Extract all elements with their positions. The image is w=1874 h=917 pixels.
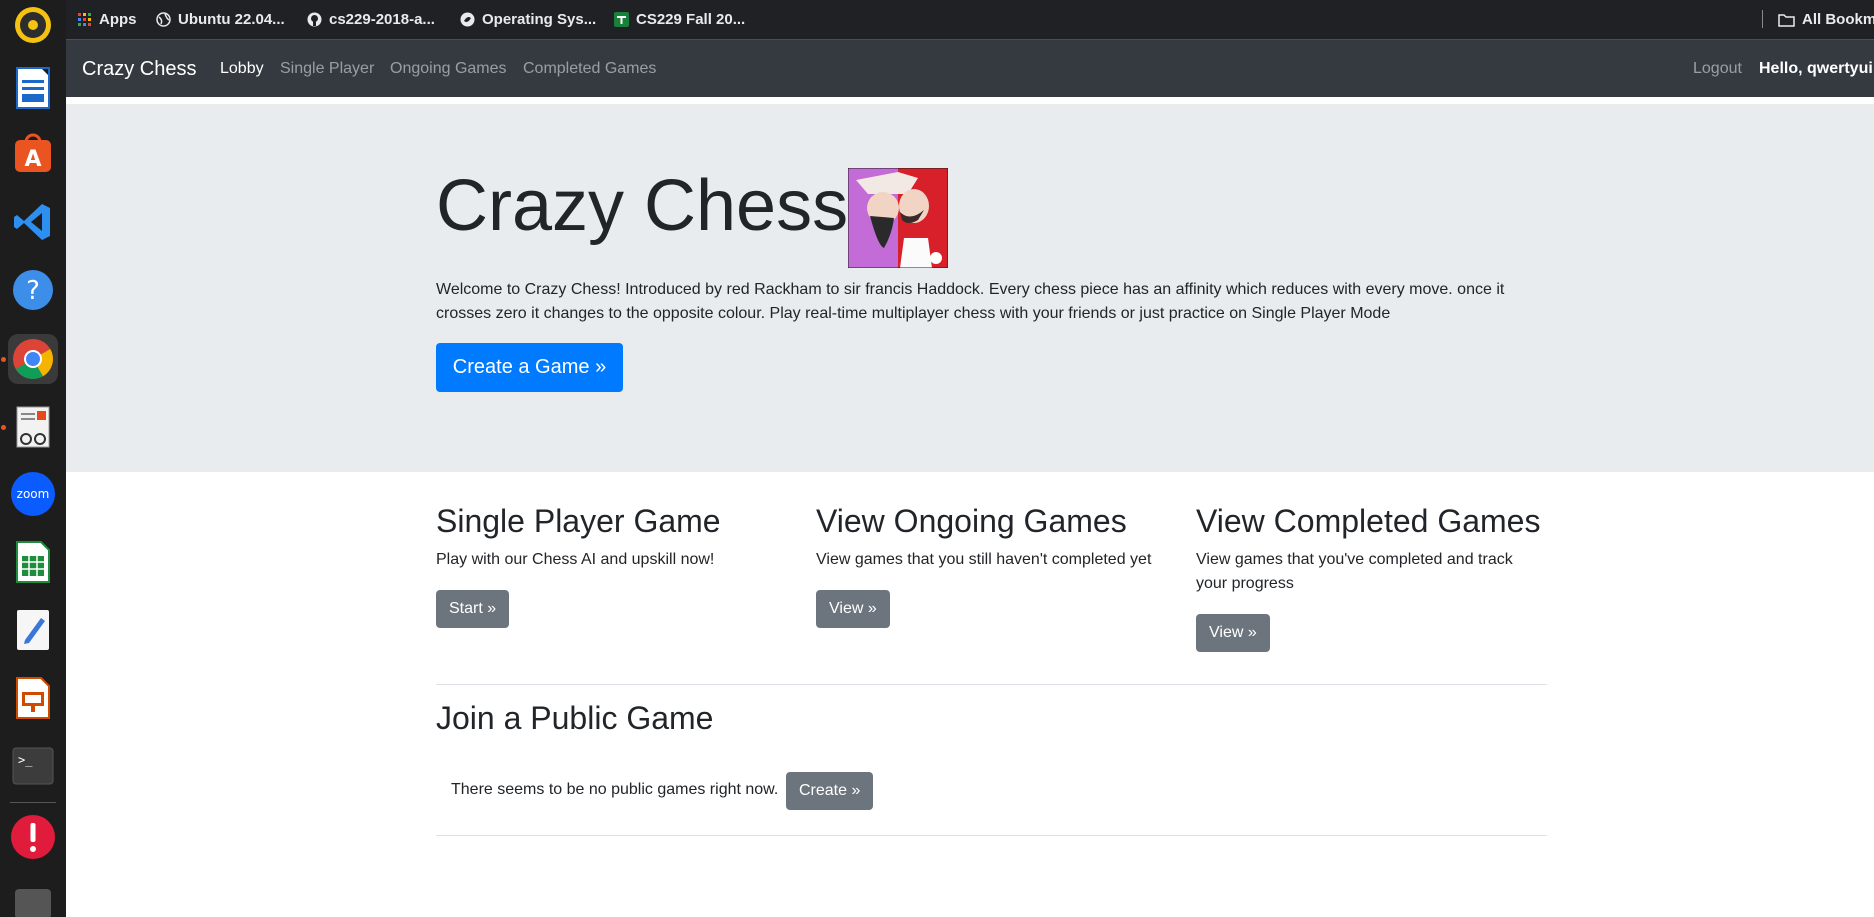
site-logo-icon: [460, 12, 475, 27]
ubuntu-dock: A ? zoom >_: [0, 0, 66, 917]
create-game-button[interactable]: Create a Game »: [436, 343, 623, 392]
haddock-rackham-image: [848, 168, 948, 268]
apps-grid-icon: [78, 12, 91, 26]
globe-icon: [156, 12, 171, 27]
divider: [436, 684, 1547, 685]
logout-link[interactable]: Logout: [1693, 40, 1742, 98]
public-games-heading: Join a Public Game: [436, 700, 714, 736]
site-navbar: Crazy Chess Lobby Single Player Ongoing …: [66, 39, 1874, 97]
running-indicator: [1, 425, 6, 430]
single-player-start-button[interactable]: Start »: [436, 590, 510, 628]
text-editor-icon[interactable]: [8, 605, 58, 655]
completed-games-text: View games that you've completed and tra…: [1196, 551, 1513, 592]
bookmarks-separator: [1762, 10, 1763, 28]
nav-link-ongoing-games[interactable]: Ongoing Games: [390, 40, 507, 98]
software-center-icon[interactable]: A: [8, 128, 58, 178]
running-indicator: [1, 357, 6, 362]
libreoffice-impress-icon[interactable]: [8, 673, 58, 723]
public-game-create-button[interactable]: Create »: [786, 772, 874, 810]
folder-icon: [1778, 13, 1795, 27]
svg-text:?: ?: [26, 276, 40, 306]
show-applications-icon[interactable]: [8, 876, 58, 917]
single-player-text: Play with our Chess AI and upskill now!: [436, 551, 715, 568]
ongoing-games-heading: View Ongoing Games: [816, 503, 1127, 539]
nav-link-single-player[interactable]: Single Player: [280, 40, 374, 98]
bookmark-label: cs229-2018-a...: [329, 11, 435, 28]
chrome-icon[interactable]: [8, 334, 58, 384]
single-player-heading: Single Player Game: [436, 503, 721, 539]
public-games-empty-text: There seems to be no public games right …: [451, 781, 779, 798]
bookmark-item[interactable]: Operating Sys...: [460, 0, 596, 39]
dock-separator: [10, 802, 56, 803]
vscode-icon[interactable]: [8, 197, 58, 247]
zoom-icon[interactable]: zoom: [8, 469, 58, 519]
svg-text:zoom: zoom: [17, 487, 50, 501]
rhythmbox-icon[interactable]: [8, 0, 58, 50]
terminal-icon[interactable]: >_: [8, 741, 58, 791]
sheets-icon: [614, 12, 629, 27]
update-notifier-icon[interactable]: [8, 812, 58, 862]
libreoffice-calc-icon[interactable]: [8, 537, 58, 587]
bookmark-item[interactable]: CS229 Fall 20...: [614, 0, 745, 39]
bookmark-item[interactable]: cs229-2018-a...: [307, 0, 435, 39]
ongoing-games-text: View games that you still haven't comple…: [816, 551, 1152, 568]
user-greeting: Hello, qwertyui: [1759, 60, 1873, 77]
completed-games-view-button[interactable]: View »: [1196, 614, 1270, 652]
hero-description: Welcome to Crazy Chess! Introduced by re…: [436, 281, 1505, 322]
svg-text:A: A: [24, 147, 41, 172]
libreoffice-writer-icon[interactable]: [8, 63, 58, 113]
all-bookmarks-folder[interactable]: All Bookm: [1778, 0, 1874, 39]
bookmark-label: CS229 Fall 20...: [636, 11, 746, 28]
bookmark-label: Apps: [99, 11, 137, 28]
bookmark-label: Ubuntu 22.04...: [178, 11, 285, 28]
help-icon[interactable]: ?: [8, 265, 58, 315]
hero-title: Crazy Chess: [436, 166, 849, 246]
bookmark-item[interactable]: Ubuntu 22.04...: [156, 0, 285, 39]
navbar-brand[interactable]: Crazy Chess: [82, 40, 196, 98]
github-icon: [307, 12, 322, 27]
document-viewer-icon[interactable]: [8, 402, 58, 452]
divider: [436, 835, 1547, 836]
bookmark-label: Operating Sys...: [482, 11, 597, 28]
bookmark-apps[interactable]: Apps: [78, 0, 137, 39]
ongoing-games-view-button[interactable]: View »: [816, 590, 890, 628]
bookmarks-bar: Apps Ubuntu 22.04... cs229-2018-a... Ope…: [66, 0, 1874, 39]
completed-games-heading: View Completed Games: [1196, 503, 1541, 539]
svg-text:>_: >_: [18, 753, 33, 767]
bookmark-label: All Bookm: [1802, 11, 1874, 28]
nav-link-completed-games[interactable]: Completed Games: [523, 40, 656, 98]
nav-link-lobby[interactable]: Lobby: [220, 40, 264, 98]
